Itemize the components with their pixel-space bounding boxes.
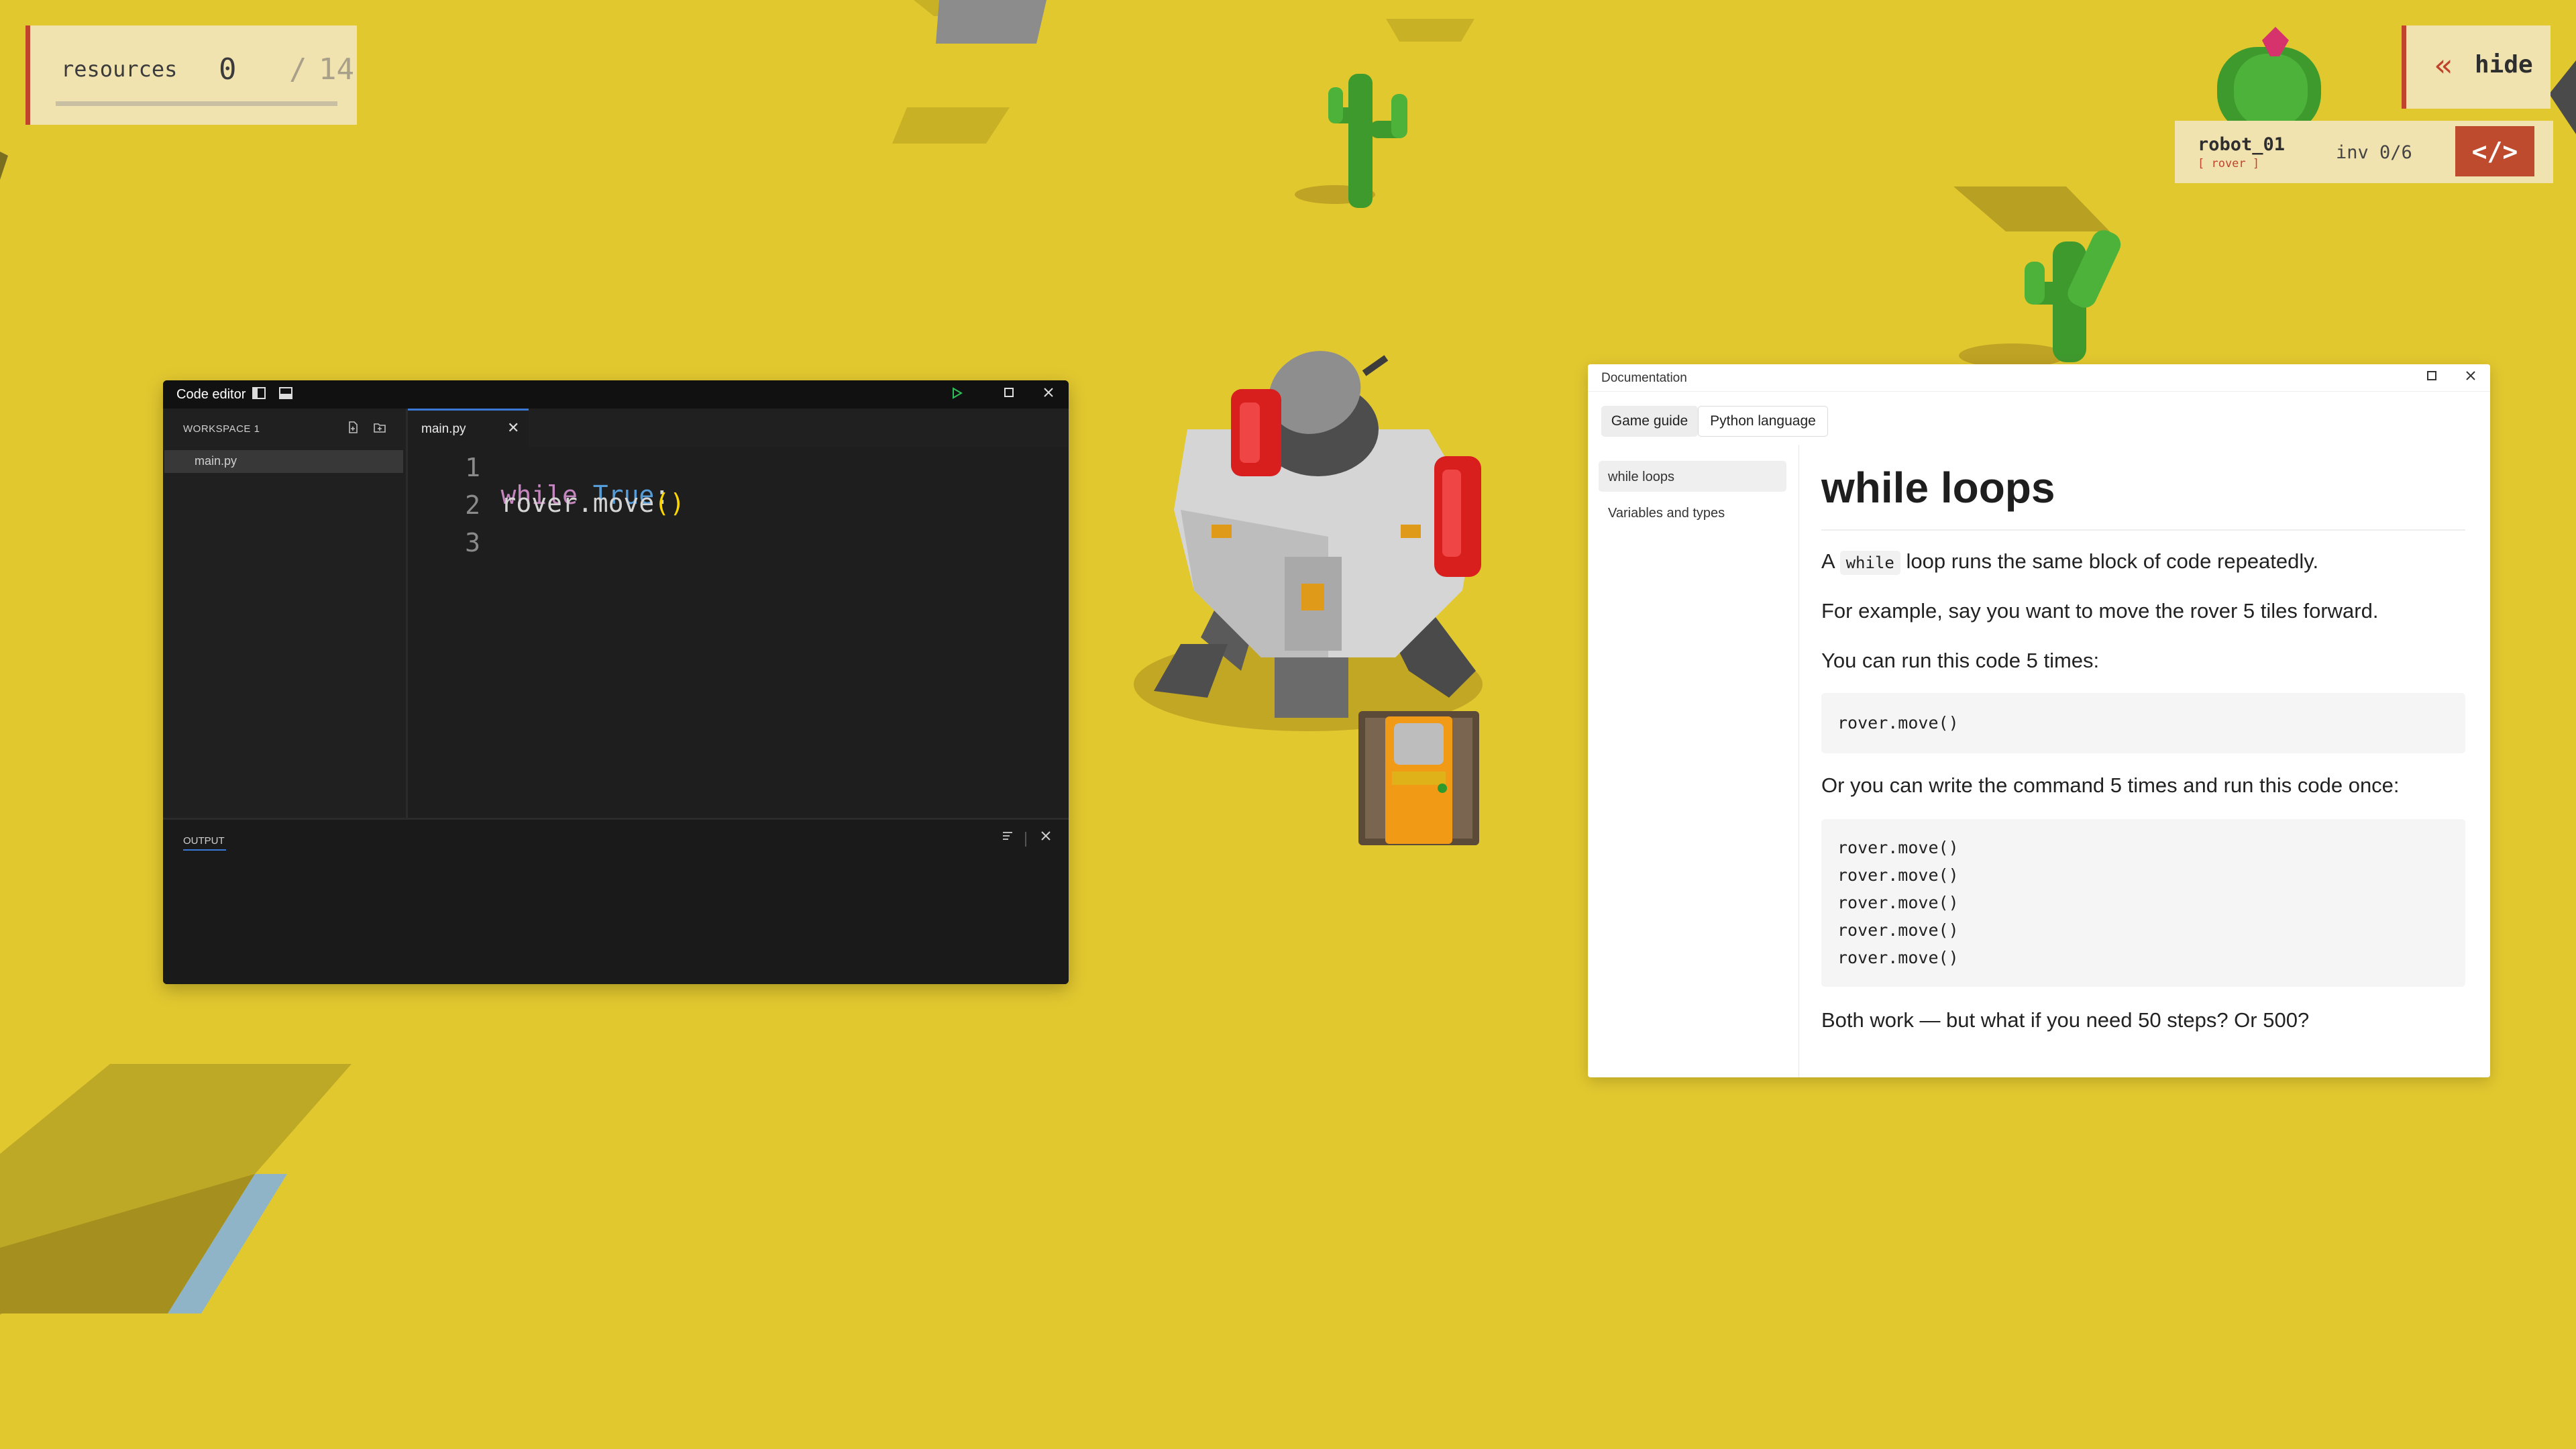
code-block-line: rover.move() [1837, 948, 1959, 967]
output-toolbar-divider [1025, 832, 1026, 847]
maximize-icon[interactable] [1000, 386, 1018, 403]
close-tab-icon[interactable]: ✕ [507, 419, 519, 437]
docs-paragraph: You can run this code 5 times: [1821, 649, 2100, 672]
cactus [1295, 74, 1407, 208]
tab-game-guide[interactable]: Game guide [1601, 406, 1698, 437]
docs-heading: while loops [1821, 464, 2055, 512]
nav-item-label: while loops [1608, 470, 1674, 484]
resources-total: 14 [319, 52, 354, 87]
clear-output-icon[interactable] [999, 829, 1016, 847]
editor-tab-bar: main.py ✕ [408, 409, 1069, 447]
output-label: OUTPUT [183, 835, 225, 847]
editor-titlebar: Code editor [163, 380, 1069, 409]
output-tab-indicator [183, 849, 226, 851]
docs-title: Documentation [1601, 371, 1687, 385]
docs-paragraph: Or you can write the command 5 times and… [1821, 773, 2400, 797]
new-file-icon[interactable] [344, 421, 362, 438]
code-call: rover.move [500, 488, 655, 518]
code-block: rover.move() rover.move() rover.move() r… [1821, 819, 2465, 987]
cactus [2217, 27, 2321, 134]
base-station [1134, 351, 1483, 731]
close-icon[interactable] [2462, 369, 2479, 386]
resources-panel: resources 0 / 14 [25, 25, 357, 125]
tab-main-py[interactable]: main.py ✕ [408, 409, 529, 447]
editor-title: Code editor [176, 387, 246, 402]
close-output-icon[interactable] [1037, 829, 1055, 847]
inline-code: while [1839, 551, 1900, 575]
paragraph-text: A [1821, 549, 1834, 573]
file-item-main-py[interactable]: main.py [164, 450, 403, 473]
maximize-icon[interactable] [2423, 369, 2440, 386]
nav-item-label: Variables and types [1608, 506, 1725, 521]
cactus [1959, 230, 2121, 368]
resources-separator: / [289, 52, 307, 87]
code-block-line: rover.move() [1837, 713, 1959, 733]
close-icon[interactable] [1040, 386, 1057, 403]
ground-rock [2549, 60, 2576, 134]
robot-type: [ rover ] [2198, 157, 2260, 170]
workspace-label: WORKSPACE 1 [183, 423, 260, 435]
code-block-line: rover.move() [1837, 893, 1959, 912]
docs-paragraph: A while loop runs the same block of code… [1821, 549, 2319, 575]
ground-tile [1953, 186, 2110, 231]
robot-name: robot_01 [2198, 134, 2286, 155]
docs-titlebar: Documentation [1588, 364, 2490, 392]
paragraph-text: loop runs the same block of code repeate… [1906, 549, 2319, 573]
hide-label: hide [2475, 51, 2533, 78]
code-line-2: rover.move() [439, 488, 686, 518]
code-block-line: rover.move() [1837, 838, 1959, 857]
resources-collected: 0 [219, 52, 237, 87]
ground-rock [936, 0, 1046, 44]
docs-paragraph: For example, say you want to move the ro… [1821, 599, 2379, 623]
code-block-line: rover.move() [1837, 920, 1959, 940]
hide-button[interactable]: « hide [2402, 25, 2551, 109]
output-panel: OUTPUT [163, 818, 1069, 984]
nav-item-while-loops[interactable]: while loops [1599, 461, 1786, 492]
robot-inventory: inv 0/6 [2336, 142, 2412, 163]
docs-paragraph: Both work — but what if you need 50 step… [1821, 1008, 2310, 1032]
documentation-window: Documentation Game guide Python language… [1588, 364, 2490, 1077]
robot-card[interactable]: robot_01 [ rover ] inv 0/6 </> [2175, 121, 2553, 183]
play-icon[interactable] [948, 386, 965, 403]
nav-item-variables-and-types[interactable]: Variables and types [1599, 497, 1786, 528]
ground-tile [892, 107, 1010, 144]
ground-tile [1386, 19, 1474, 42]
rover [1358, 711, 1479, 845]
heading-divider [1821, 529, 2465, 531]
sidebar-left-icon[interactable] [250, 386, 268, 403]
editor-sidebar: WORKSPACE 1 main.py [163, 409, 408, 818]
docs-nav: while loops Variables and types [1588, 445, 1799, 1077]
code-block: rover.move() [1821, 693, 2465, 753]
chevrons-left-icon: « [2434, 47, 2453, 83]
resources-progress-bar [56, 101, 337, 106]
tab-label: main.py [421, 422, 466, 436]
ground-tile [0, 152, 8, 180]
code-block-line: rover.move() [1837, 865, 1959, 885]
open-code-button[interactable]: </> [2455, 126, 2534, 176]
new-folder-icon[interactable] [371, 421, 388, 438]
file-name: main.py [195, 454, 237, 468]
code-parens: () [654, 488, 686, 518]
panel-bottom-icon[interactable] [277, 386, 294, 403]
code-editor-window: Code editor WORKSPACE 1 main.py main.py … [163, 380, 1069, 984]
tab-python-language[interactable]: Python language [1698, 406, 1828, 437]
resources-label: resources [61, 56, 178, 82]
